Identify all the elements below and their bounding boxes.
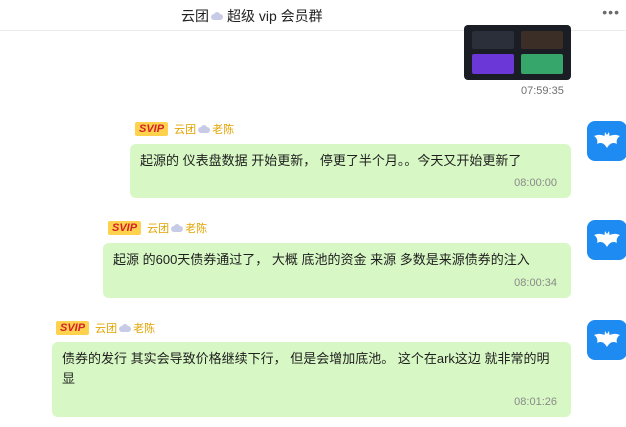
message-time: 08:00:34 (514, 277, 557, 289)
message-bubble[interactable]: 起源 的600天债券通过了， 大概 底池的资金 来源 多数是来源债券的注入 08… (103, 243, 571, 298)
sender-prefix: 云团 (95, 323, 118, 335)
cloud-icon (198, 125, 211, 133)
sender-name[interactable]: 云团 老陈 (174, 121, 234, 137)
cloud-icon (211, 12, 223, 20)
message-time: 08:01:26 (514, 396, 557, 408)
message-bubble[interactable]: 起源的 仪表盘数据 开始更新， 停更了半个月。。今天又开始更新了 08:00:0… (130, 144, 571, 198)
message-text: 起源 的600天债券通过了， 大概 底池的资金 来源 多数是来源债券的注入 (113, 252, 530, 267)
message-header: SVIP 云团 老陈 (56, 320, 155, 336)
bat-avatar-icon (594, 132, 620, 148)
message-header: SVIP 云团 老陈 (135, 121, 234, 137)
bat-avatar-icon (594, 331, 620, 347)
sender-avatar[interactable] (587, 121, 626, 161)
group-title-suffix: 超级 vip 会员群 (227, 8, 323, 24)
sender-suffix: 老陈 (133, 323, 156, 335)
group-title-prefix: 云团 (181, 8, 209, 24)
cloud-icon (171, 224, 184, 232)
image-message-time: 07:59:35 (521, 85, 564, 97)
sender-avatar[interactable] (587, 320, 626, 360)
sender-prefix: 云团 (147, 223, 170, 235)
svip-badge: SVIP (56, 321, 90, 335)
image-tile (472, 31, 514, 49)
group-title: 云团 超级 vip 会员群 (181, 6, 323, 26)
message-text: 债券的发行 其实会导致价格继续下行， 但是会增加底池。 这个在ark这边 就非常… (62, 351, 550, 386)
chat-area[interactable]: 07:59:35 SVIP 云团 老陈 起源的 仪表盘数据 开始更新， 停更了半… (0, 25, 626, 427)
message-bubble[interactable]: 债券的发行 其实会导致价格继续下行， 但是会增加底池。 这个在ark这边 就非常… (52, 342, 571, 417)
message-header: SVIP 云团 老陈 (108, 220, 207, 236)
bat-avatar-icon (594, 231, 620, 247)
image-message[interactable] (464, 25, 571, 80)
cloud-icon (119, 324, 132, 332)
sender-name[interactable]: 云团 老陈 (147, 220, 207, 236)
message-time: 08:00:00 (514, 177, 557, 189)
svip-badge: SVIP (108, 221, 142, 235)
image-tile (521, 54, 563, 74)
sender-suffix: 老陈 (212, 124, 235, 136)
sender-prefix: 云团 (174, 124, 197, 136)
image-tile (472, 54, 514, 74)
sender-suffix: 老陈 (185, 223, 208, 235)
image-tile (521, 31, 563, 49)
svip-badge: SVIP (135, 122, 169, 136)
sender-avatar[interactable] (587, 220, 626, 260)
sender-name[interactable]: 云团 老陈 (95, 320, 155, 336)
more-options-button[interactable]: ••• (602, 4, 620, 20)
message-text: 起源的 仪表盘数据 开始更新， 停更了半个月。。今天又开始更新了 (140, 153, 522, 168)
